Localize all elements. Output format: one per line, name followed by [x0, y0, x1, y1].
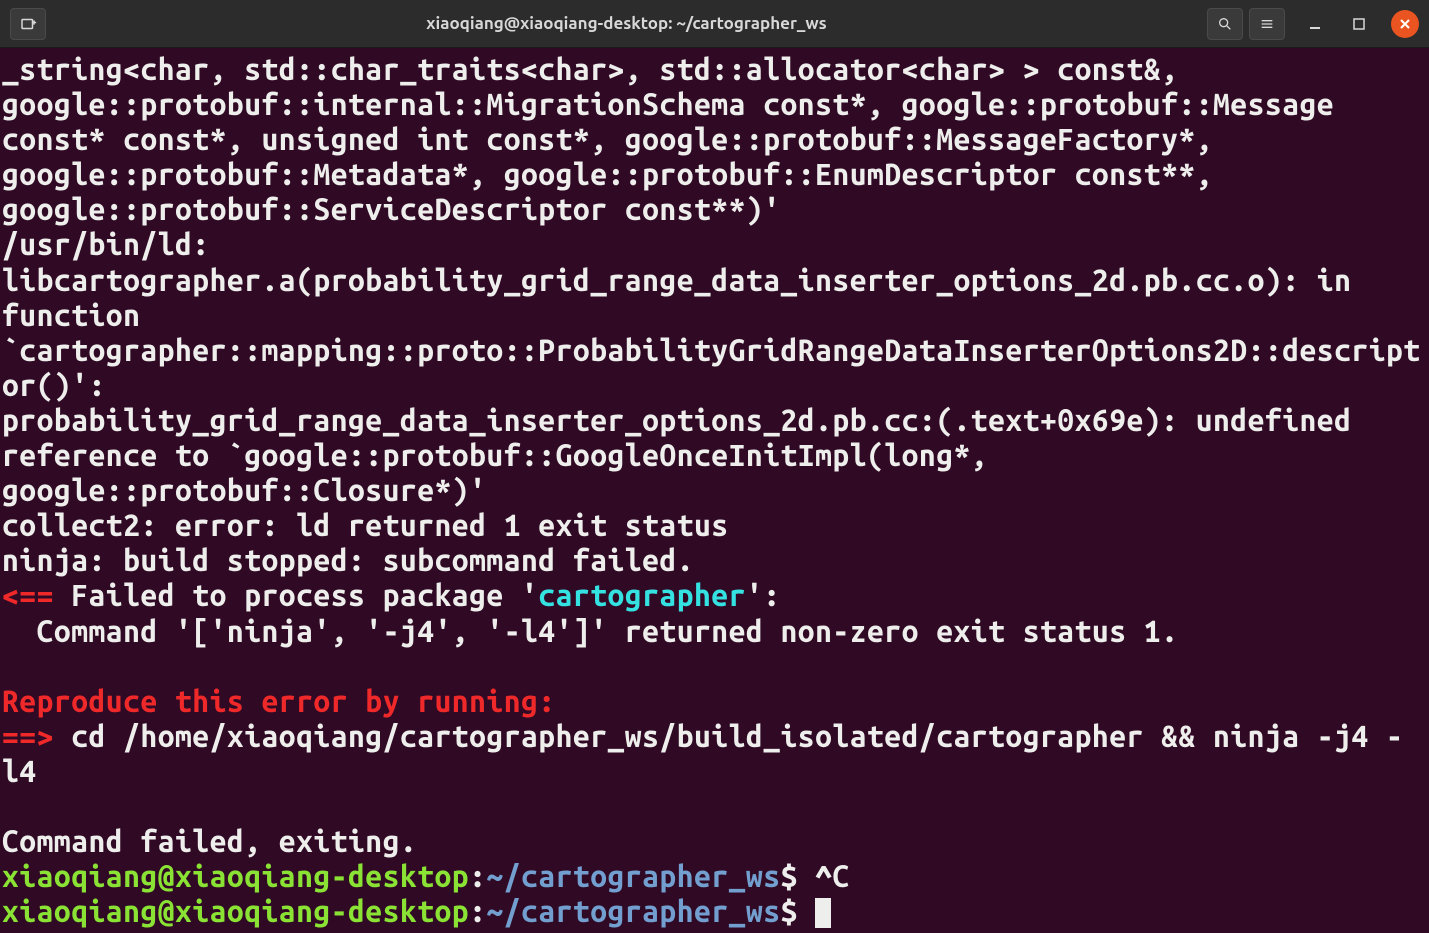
titlebar-left: [10, 8, 46, 40]
new-tab-button[interactable]: [10, 8, 46, 40]
minimize-button[interactable]: [1301, 10, 1329, 38]
prompt-colon: :: [469, 859, 486, 893]
titlebar-right: [1207, 8, 1419, 40]
prompt-user: xiaoqiang@xiaoqiang-desktop: [2, 894, 469, 928]
terminal-line: Command failed, exiting.: [2, 824, 417, 858]
maximize-icon: [1353, 18, 1365, 30]
terminal-line: probability_grid_range_data_inserter_opt…: [2, 403, 1369, 507]
search-button[interactable]: [1207, 8, 1243, 40]
minimize-icon: [1308, 17, 1322, 31]
reproduce-header: Reproduce this error by running:: [2, 684, 556, 718]
menu-button[interactable]: [1249, 8, 1285, 40]
terminal-line: collect2: error: ld returned 1 exit stat…: [2, 508, 729, 542]
fail-arrow: <==: [2, 578, 54, 612]
prompt-path: ~/cartographer_ws: [486, 894, 780, 928]
prompt-dollar: $: [781, 859, 816, 893]
repro-arrow: ==>: [2, 719, 54, 753]
prompt-path: ~/cartographer_ws: [486, 859, 780, 893]
cursor: [815, 898, 831, 928]
maximize-button[interactable]: [1345, 10, 1373, 38]
search-icon: [1217, 16, 1233, 32]
new-tab-icon: [19, 15, 37, 33]
terminal-line: ninja: build stopped: subcommand failed.: [2, 543, 694, 577]
terminal-line: /usr/bin/ld: libcartographer.a(probabili…: [2, 227, 1421, 401]
ctrl-c: ^C: [815, 859, 850, 893]
close-button[interactable]: [1391, 10, 1419, 38]
prompt-colon: :: [469, 894, 486, 928]
window-titlebar: xiaoqiang@xiaoqiang-desktop: ~/cartograp…: [0, 0, 1429, 48]
hamburger-icon: [1259, 16, 1275, 32]
terminal-line: _string<char, std::char_traits<char>, st…: [2, 52, 1351, 226]
close-icon: [1399, 18, 1411, 30]
terminal-line: Command '['ninja', '-j4', '-l4']' return…: [2, 614, 1178, 648]
terminal-text: ':: [746, 578, 798, 612]
terminal-text: Failed to process package ': [54, 578, 538, 612]
prompt-dollar: $: [781, 894, 816, 928]
terminal-output[interactable]: _string<char, std::char_traits<char>, st…: [0, 48, 1429, 933]
package-name: cartographer: [538, 578, 746, 612]
prompt-user: xiaoqiang@xiaoqiang-desktop: [2, 859, 469, 893]
window-title: xiaoqiang@xiaoqiang-desktop: ~/cartograp…: [46, 14, 1207, 33]
repro-command: cd /home/xiaoqiang/cartographer_ws/build…: [2, 719, 1403, 788]
